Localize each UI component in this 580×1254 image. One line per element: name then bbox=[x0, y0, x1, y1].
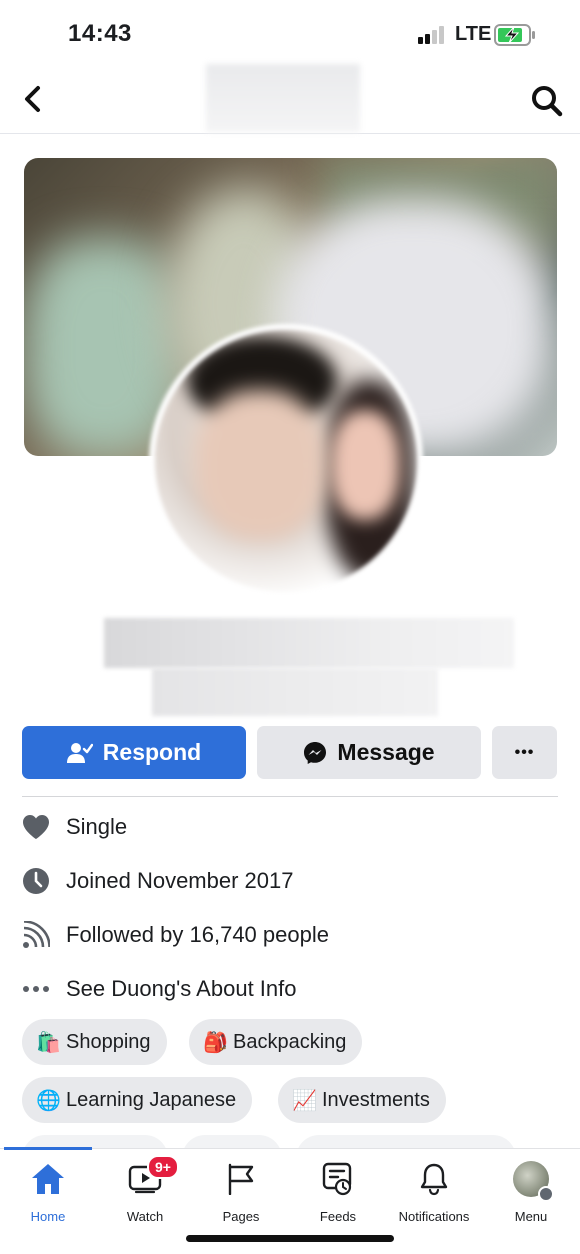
more-label: ••• bbox=[514, 743, 535, 761]
menu-icon bbox=[538, 1186, 554, 1202]
more-options-button[interactable]: ••• bbox=[492, 726, 557, 779]
chevron-left-icon bbox=[25, 86, 40, 112]
tab-label: Pages bbox=[222, 1209, 260, 1224]
info-text: Single bbox=[66, 814, 128, 839]
battery-charging-icon bbox=[494, 24, 536, 46]
shopping-bags-icon: 🛍️ bbox=[36, 1031, 61, 1054]
status-bar: 14:43 LTE bbox=[0, 0, 580, 64]
chip-label: Learning Japanese bbox=[66, 1088, 237, 1111]
bell-icon bbox=[416, 1161, 452, 1197]
tab-home[interactable]: Home bbox=[0, 1161, 96, 1231]
interest-chip-investments[interactable]: 📈 Investments bbox=[278, 1077, 446, 1123]
messenger-icon bbox=[303, 741, 327, 765]
tab-label: Notifications bbox=[398, 1209, 470, 1224]
feeds-icon bbox=[320, 1161, 356, 1197]
heart-icon bbox=[22, 813, 50, 841]
redacted-profile-subtitle bbox=[152, 668, 438, 716]
clock-icon bbox=[22, 867, 50, 895]
info-relationship: Single bbox=[22, 809, 127, 845]
profile-avatar[interactable] bbox=[155, 330, 417, 592]
network-type: LTE bbox=[455, 23, 492, 45]
rss-icon bbox=[22, 921, 50, 949]
tab-label: Feeds bbox=[319, 1209, 357, 1224]
redacted-title bbox=[206, 64, 360, 132]
home-icon bbox=[30, 1161, 66, 1197]
flag-icon bbox=[223, 1161, 259, 1197]
ellipsis-icon bbox=[22, 975, 50, 1003]
redacted-profile-name bbox=[104, 618, 514, 668]
message-button[interactable]: Message bbox=[257, 726, 481, 779]
info-text: Joined November 2017 bbox=[66, 868, 294, 893]
backpack-icon: 🎒 bbox=[203, 1031, 228, 1054]
info-joined: Joined November 2017 bbox=[22, 863, 293, 899]
info-see-about[interactable]: See Duong's About Info bbox=[22, 971, 296, 1007]
globe-icon: 🌐 bbox=[36, 1089, 61, 1112]
tab-label: Home bbox=[30, 1209, 66, 1224]
nav-bar bbox=[0, 64, 580, 134]
home-indicator bbox=[186, 1235, 394, 1242]
search-icon bbox=[532, 86, 563, 117]
signal-strength-icon bbox=[418, 26, 448, 44]
respond-button[interactable]: Respond bbox=[22, 726, 246, 779]
video-icon: 9+ bbox=[127, 1155, 179, 1197]
info-text: See Duong's About Info bbox=[66, 976, 297, 1001]
respond-label: Respond bbox=[102, 739, 202, 765]
chart-increasing-icon: 📈 bbox=[292, 1089, 317, 1112]
chip-label: Backpacking bbox=[233, 1030, 347, 1053]
menu-avatar bbox=[513, 1161, 554, 1202]
status-time: 14:43 bbox=[68, 20, 132, 47]
tab-label: Menu bbox=[514, 1209, 548, 1224]
message-label: Message bbox=[337, 739, 435, 765]
interest-chip-backpacking[interactable]: 🎒 Backpacking bbox=[189, 1019, 363, 1065]
tab-pages[interactable]: Pages bbox=[193, 1161, 289, 1231]
person-check-icon bbox=[66, 741, 93, 765]
search-button[interactable] bbox=[530, 84, 564, 118]
tab-notifications[interactable]: Notifications bbox=[386, 1161, 482, 1231]
interest-chip-learning-japanese[interactable]: 🌐 Learning Japanese bbox=[22, 1077, 253, 1123]
chip-label: Investments bbox=[322, 1088, 430, 1111]
info-text: Followed by 16,740 people bbox=[66, 922, 329, 947]
divider bbox=[22, 796, 558, 797]
tab-feeds[interactable]: Feeds bbox=[290, 1161, 386, 1231]
tab-label: Watch bbox=[126, 1209, 164, 1224]
avatar bbox=[513, 1161, 554, 1202]
tab-menu[interactable]: Menu bbox=[483, 1161, 579, 1231]
active-tab-indicator bbox=[4, 1147, 92, 1150]
tab-watch[interactable]: 9+ Watch bbox=[97, 1155, 193, 1231]
chip-label: Shopping bbox=[66, 1030, 151, 1053]
interest-chip-shopping[interactable]: 🛍️ Shopping bbox=[22, 1019, 167, 1065]
info-followers[interactable]: Followed by 16,740 people bbox=[22, 917, 329, 953]
back-button[interactable] bbox=[18, 82, 48, 116]
notification-badge: 9+ bbox=[147, 1155, 179, 1179]
